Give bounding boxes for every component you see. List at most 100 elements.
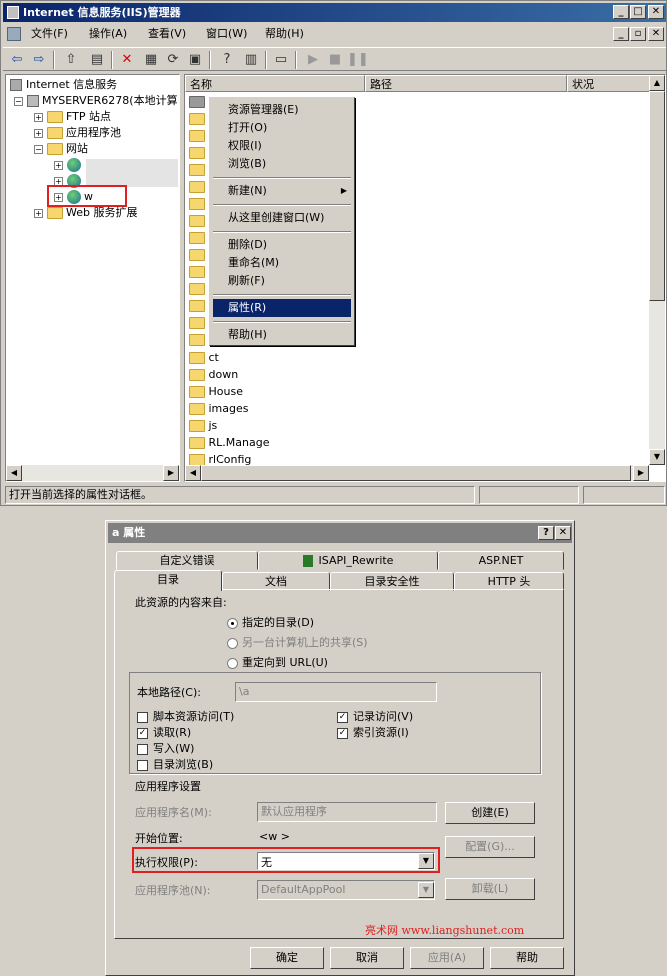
local-path-input[interactable]: \a — [235, 682, 437, 702]
tree-sites[interactable]: − 网站 — [34, 141, 88, 157]
close-button[interactable]: ✕ — [648, 5, 664, 19]
app-name-input[interactable]: 默认应用程序 — [257, 802, 437, 822]
tab-directory[interactable]: 目录 — [114, 570, 222, 591]
forward-arrow-icon[interactable]: ⇨ — [29, 50, 49, 70]
list-vscrollbar[interactable]: ▲ ▼ — [649, 75, 665, 465]
help-icon[interactable]: ? — [217, 50, 237, 70]
delete-icon[interactable]: ✕ — [117, 50, 137, 70]
pause-icon[interactable]: ❚❚ — [347, 50, 369, 70]
ctx-delete[interactable]: 删除(D) — [213, 236, 351, 254]
scroll-up-button[interactable]: ▲ — [649, 75, 665, 91]
scroll-right-button[interactable]: ▶ — [633, 465, 649, 481]
up-folder-icon[interactable]: ⇧ — [61, 50, 81, 70]
tab-aspnet[interactable]: ASP.NET — [438, 551, 564, 570]
dropdown-arrow-icon[interactable]: ▼ — [418, 853, 434, 869]
chk-dir-browse[interactable]: 目录浏览(B) — [137, 756, 213, 772]
ctx-help[interactable]: 帮助(H) — [213, 326, 351, 344]
tree-server[interactable]: − MYSERVER6278(本地计算 — [14, 93, 178, 109]
col-header-name[interactable]: 名称 — [185, 75, 365, 92]
scroll-left-button[interactable]: ◀ — [185, 465, 201, 481]
list-item[interactable]: RL.Manage — [189, 434, 269, 451]
radio-redirect[interactable]: 重定向到 URL(U) — [227, 654, 328, 670]
ctx-properties[interactable]: 属性(R) — [213, 299, 351, 317]
ctx-new-window[interactable]: 从这里创建窗口(W) — [213, 209, 351, 227]
show-tree-icon[interactable]: ▤ — [87, 50, 107, 70]
tree-root[interactable]: Internet 信息服务 — [10, 77, 117, 93]
apply-button[interactable]: 应用(A) — [410, 947, 484, 969]
list-hscrollbar[interactable]: ◀ ▶ — [185, 465, 649, 481]
ctx-refresh[interactable]: 刷新(F) — [213, 272, 351, 290]
menu-action[interactable]: 操作(A) — [85, 23, 131, 45]
expand-icon[interactable]: + — [34, 112, 43, 122]
tree-apppool[interactable]: + 应用程序池 — [34, 125, 121, 141]
computer-icon[interactable]: ▭ — [271, 50, 291, 70]
create-button[interactable]: 创建(E) — [445, 802, 535, 824]
highlight-box — [47, 185, 127, 207]
export-icon[interactable]: ▣ — [185, 50, 205, 70]
maximize-button[interactable]: □ — [630, 5, 646, 19]
list-item[interactable]: ct — [189, 349, 219, 366]
chk-script-access[interactable]: 脚本资源访问(T) — [137, 708, 234, 724]
child-minimize-button[interactable]: _ — [613, 27, 629, 41]
tree-hscrollbar[interactable]: ◀ ▶ — [6, 465, 179, 481]
scroll-left-button[interactable]: ◀ — [6, 465, 22, 481]
tab-custom-errors[interactable]: 自定义错误 — [116, 551, 258, 570]
list-item[interactable]: images — [189, 400, 249, 417]
ctx-permissions[interactable]: 权限(I) — [213, 137, 351, 155]
expand-icon[interactable]: + — [54, 160, 63, 170]
menu-view[interactable]: 查看(V) — [144, 23, 190, 45]
help-button[interactable]: 帮助 — [490, 947, 564, 969]
ctx-browse[interactable]: 浏览(B) — [213, 155, 351, 173]
stop-icon[interactable]: ■ — [325, 50, 345, 70]
app-pool-select[interactable]: DefaultAppPool ▼ — [257, 880, 435, 900]
child-restore-button[interactable]: ▫ — [630, 27, 646, 41]
config-button[interactable]: 配置(G)... — [445, 836, 535, 858]
back-arrow-icon[interactable]: ⇦ — [7, 50, 27, 70]
ctx-open[interactable]: 打开(O) — [213, 119, 351, 137]
action-pane-icon[interactable]: ▥ — [241, 50, 261, 70]
exec-permission-select[interactable]: 无 ▼ — [257, 852, 435, 870]
tree-site-1[interactable]: + — [54, 157, 81, 173]
refresh-icon[interactable]: ⟳ — [163, 50, 183, 70]
play-icon[interactable]: ▶ — [303, 50, 323, 70]
list-item[interactable]: House — [189, 383, 243, 400]
dropdown-arrow-icon[interactable]: ▼ — [418, 882, 434, 898]
radio-share[interactable]: 另一台计算机上的共享(S) — [227, 634, 368, 650]
list-item[interactable]: down — [189, 366, 238, 383]
ok-button[interactable]: 确定 — [250, 947, 324, 969]
scroll-right-button[interactable]: ▶ — [163, 465, 179, 481]
chk-log-visits[interactable]: ✓ 记录访问(V) — [337, 708, 413, 724]
scroll-hthumb[interactable] — [201, 465, 631, 481]
tree-webext[interactable]: + Web 服务扩展 — [34, 205, 137, 221]
menu-help[interactable]: 帮助(H) — [261, 23, 308, 45]
ctx-new[interactable]: 新建(N) ▶ — [213, 182, 351, 200]
menu-file[interactable]: 文件(F) — [27, 23, 72, 45]
dialog-help-button[interactable]: ? — [538, 526, 554, 540]
child-close-button[interactable]: ✕ — [648, 27, 664, 41]
col-header-path[interactable]: 路径 — [365, 75, 567, 92]
tree-ftp[interactable]: + FTP 站点 — [34, 109, 111, 125]
chk-write[interactable]: 写入(W) — [137, 740, 194, 756]
chk-index[interactable]: ✓ 索引资源(I) — [337, 724, 409, 740]
list-item-label: RL.Manage — [208, 436, 270, 449]
minimize-button[interactable]: _ — [613, 5, 629, 19]
tab-isapi-rewrite[interactable]: ISAPI_Rewrite — [258, 551, 438, 570]
menu-window[interactable]: 窗口(W) — [202, 23, 251, 45]
app-pool-value: DefaultAppPool — [261, 883, 346, 896]
dialog-close-button[interactable]: ✕ — [555, 526, 571, 540]
ctx-explore[interactable]: 资源管理器(E) — [213, 101, 351, 119]
scroll-thumb[interactable] — [649, 91, 665, 301]
collapse-icon[interactable]: − — [14, 96, 23, 106]
radio-specified-dir[interactable]: 指定的目录(D) — [227, 614, 314, 630]
col-header-status[interactable]: 状况 — [567, 75, 651, 92]
ctx-rename[interactable]: 重命名(M) — [213, 254, 351, 272]
collapse-icon[interactable]: − — [34, 144, 43, 154]
scroll-down-button[interactable]: ▼ — [649, 449, 665, 465]
chk-read[interactable]: ✓ 读取(R) — [137, 724, 191, 740]
list-item[interactable]: js — [189, 417, 217, 434]
expand-icon[interactable]: + — [34, 128, 43, 138]
unload-button[interactable]: 卸载(L) — [445, 878, 535, 900]
cancel-button[interactable]: 取消 — [330, 947, 404, 969]
properties-icon[interactable]: ▦ — [141, 50, 161, 70]
expand-icon[interactable]: + — [34, 208, 43, 218]
